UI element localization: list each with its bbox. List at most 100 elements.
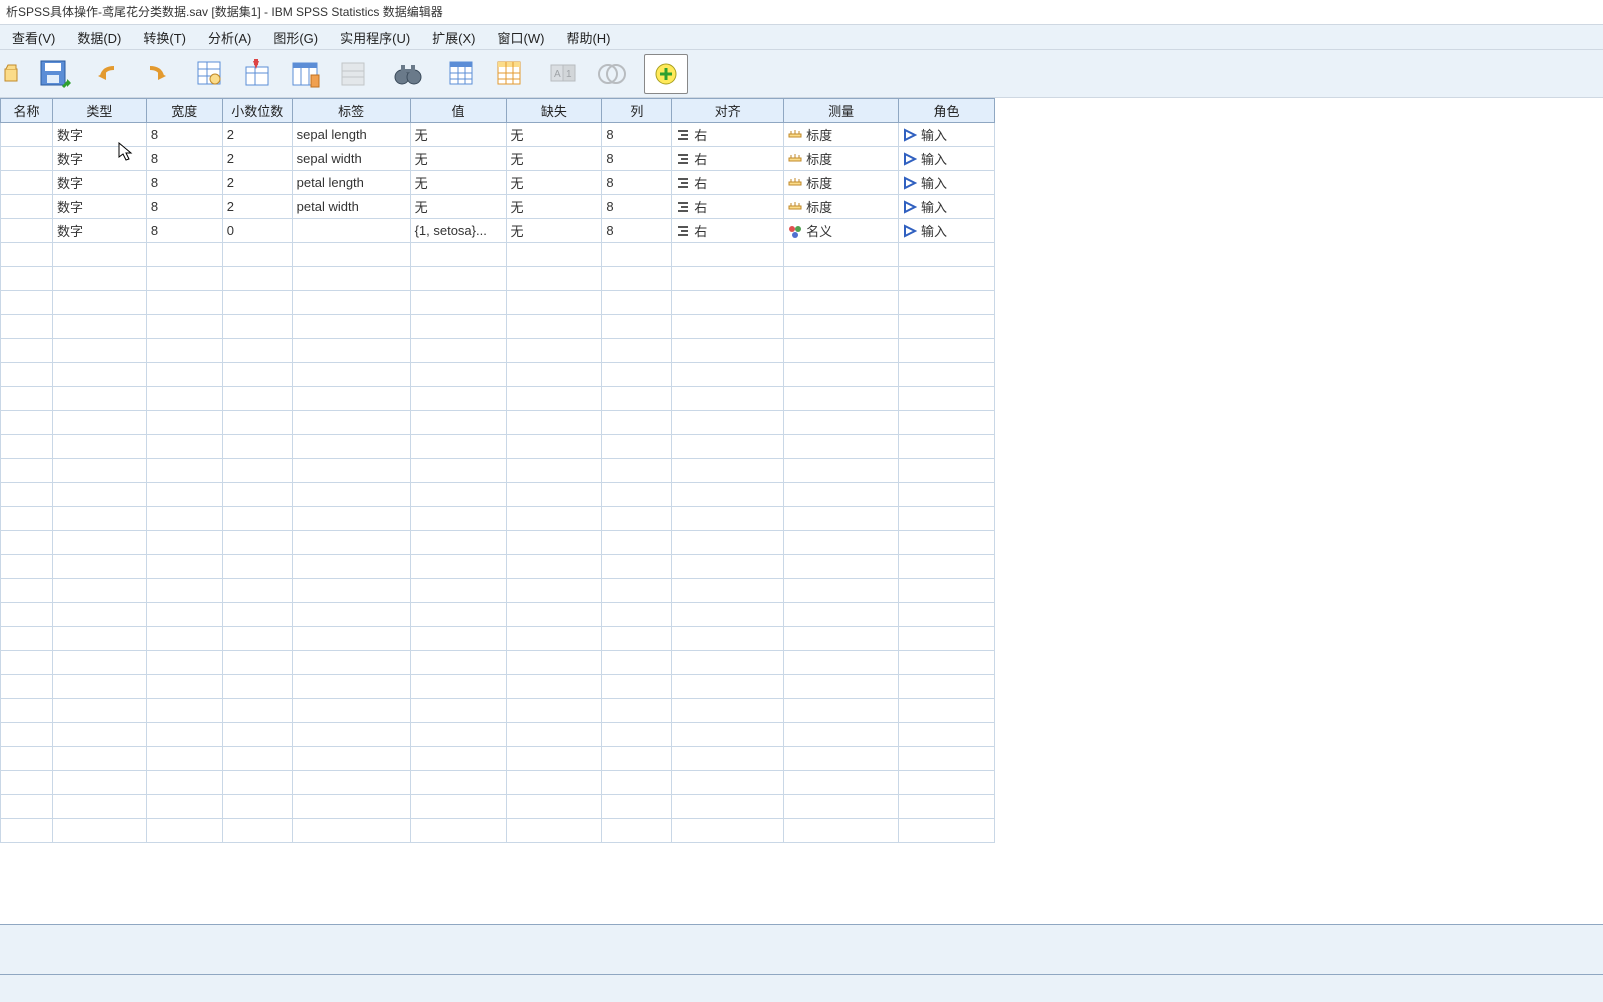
cell-empty[interactable] [506, 795, 602, 819]
table-row[interactable] [1, 363, 995, 387]
cell-empty[interactable] [1, 747, 53, 771]
cell-empty[interactable] [292, 243, 410, 267]
cell-empty[interactable] [292, 363, 410, 387]
cell-empty[interactable] [784, 363, 899, 387]
cell-empty[interactable] [672, 675, 784, 699]
cell-empty[interactable] [292, 339, 410, 363]
cell-empty[interactable] [899, 459, 995, 483]
cell-empty[interactable] [784, 339, 899, 363]
cell-empty[interactable] [784, 459, 899, 483]
cell-measure[interactable]: 标度 [784, 147, 899, 171]
cell-empty[interactable] [146, 435, 222, 459]
cell-empty[interactable] [602, 723, 672, 747]
cell-empty[interactable] [1, 579, 53, 603]
cell-empty[interactable] [410, 411, 506, 435]
cell-type[interactable]: 数字 [52, 195, 146, 219]
cell-empty[interactable] [146, 603, 222, 627]
cell-empty[interactable] [52, 483, 146, 507]
cell-empty[interactable] [602, 747, 672, 771]
cell-empty[interactable] [672, 723, 784, 747]
cell-empty[interactable] [602, 795, 672, 819]
cell-measure[interactable]: 名义 [784, 219, 899, 243]
cell-name[interactable] [1, 219, 53, 243]
cell-empty[interactable] [602, 243, 672, 267]
cell-empty[interactable] [146, 627, 222, 651]
cell-empty[interactable] [52, 819, 146, 843]
menu-transform[interactable]: 转换(T) [135, 25, 200, 50]
cell-empty[interactable] [292, 507, 410, 531]
cell-empty[interactable] [52, 267, 146, 291]
cell-empty[interactable] [506, 771, 602, 795]
cell-decimals[interactable]: 2 [222, 147, 292, 171]
menu-view[interactable]: 查看(V) [4, 25, 69, 50]
cell-label[interactable]: sepal length [292, 123, 410, 147]
cell-empty[interactable] [52, 315, 146, 339]
cell-empty[interactable] [899, 363, 995, 387]
cell-empty[interactable] [146, 699, 222, 723]
cell-empty[interactable] [292, 315, 410, 339]
cell-empty[interactable] [222, 267, 292, 291]
table-row[interactable] [1, 555, 995, 579]
cell-empty[interactable] [784, 243, 899, 267]
cell-empty[interactable] [52, 555, 146, 579]
redo-button[interactable] [134, 54, 178, 94]
cell-empty[interactable] [146, 555, 222, 579]
cell-empty[interactable] [784, 411, 899, 435]
cell-empty[interactable] [602, 291, 672, 315]
cell-values[interactable]: 无 [410, 171, 506, 195]
cell-empty[interactable] [1, 267, 53, 291]
cell-empty[interactable] [52, 531, 146, 555]
cell-empty[interactable] [1, 603, 53, 627]
col-width[interactable]: 宽度 [146, 99, 222, 123]
cell-empty[interactable] [899, 579, 995, 603]
menu-graphs[interactable]: 图形(G) [265, 25, 332, 50]
cell-empty[interactable] [672, 339, 784, 363]
cell-empty[interactable] [146, 363, 222, 387]
cell-empty[interactable] [410, 699, 506, 723]
cell-empty[interactable] [672, 507, 784, 531]
cell-empty[interactable] [672, 243, 784, 267]
cell-empty[interactable] [672, 315, 784, 339]
cell-empty[interactable] [784, 555, 899, 579]
cell-empty[interactable] [222, 435, 292, 459]
cell-empty[interactable] [1, 339, 53, 363]
table-row[interactable] [1, 603, 995, 627]
cell-empty[interactable] [410, 459, 506, 483]
cell-empty[interactable] [292, 771, 410, 795]
cell-empty[interactable] [899, 747, 995, 771]
cell-empty[interactable] [410, 243, 506, 267]
cell-empty[interactable] [784, 267, 899, 291]
cell-empty[interactable] [146, 267, 222, 291]
cell-empty[interactable] [292, 699, 410, 723]
cell-align[interactable]: 右 [672, 195, 784, 219]
cell-empty[interactable] [1, 291, 53, 315]
cell-label[interactable] [292, 219, 410, 243]
cell-empty[interactable] [672, 699, 784, 723]
cell-empty[interactable] [292, 795, 410, 819]
cell-empty[interactable] [899, 603, 995, 627]
table-row[interactable] [1, 291, 995, 315]
cell-empty[interactable] [410, 267, 506, 291]
goto-variable-button[interactable] [236, 54, 280, 94]
cell-measure[interactable]: 标度 [784, 171, 899, 195]
cell-empty[interactable] [292, 819, 410, 843]
cell-empty[interactable] [222, 795, 292, 819]
col-label[interactable]: 标签 [292, 99, 410, 123]
table-row[interactable] [1, 579, 995, 603]
cell-empty[interactable] [146, 795, 222, 819]
cell-empty[interactable] [672, 435, 784, 459]
cell-empty[interactable] [1, 555, 53, 579]
cell-empty[interactable] [672, 411, 784, 435]
cell-empty[interactable] [899, 315, 995, 339]
cell-empty[interactable] [410, 603, 506, 627]
cell-empty[interactable] [506, 315, 602, 339]
cell-decimals[interactable]: 0 [222, 219, 292, 243]
cell-empty[interactable] [292, 387, 410, 411]
cell-empty[interactable] [784, 819, 899, 843]
cell-empty[interactable] [52, 723, 146, 747]
cell-empty[interactable] [146, 315, 222, 339]
cell-empty[interactable] [292, 435, 410, 459]
cell-empty[interactable] [784, 699, 899, 723]
cell-measure[interactable]: 标度 [784, 195, 899, 219]
col-decimals[interactable]: 小数位数 [222, 99, 292, 123]
